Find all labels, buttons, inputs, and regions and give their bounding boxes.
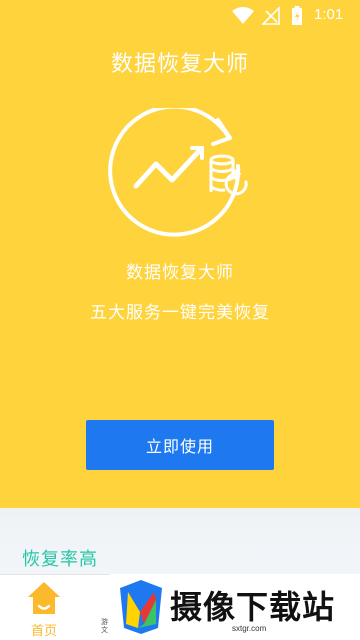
app-title: 数据恢复大师	[110, 52, 249, 77]
watermark-text: 摄像下载站	[170, 588, 336, 626]
watermark-url: sxtgr.com	[232, 624, 267, 633]
start-using-button[interactable]: 立即使用	[86, 420, 274, 470]
data-recovery-logo-icon	[108, 108, 248, 237]
hero-subtitle: 数据恢复大师	[126, 263, 234, 283]
shield-logo-icon	[120, 580, 162, 634]
status-bar: 1:01	[0, 0, 360, 32]
home-icon	[28, 582, 60, 614]
nav-home[interactable]: 首页	[18, 578, 70, 639]
battery-icon	[292, 6, 302, 25]
status-time: 1:01	[314, 6, 344, 23]
hero-tagline: 五大服务一键完美恢复	[90, 303, 270, 323]
section-title-recovery-rate: 恢复率高	[22, 549, 98, 570]
wifi-icon	[232, 7, 254, 24]
signal-icon	[262, 7, 280, 25]
nav-home-label: 首页	[30, 624, 57, 639]
